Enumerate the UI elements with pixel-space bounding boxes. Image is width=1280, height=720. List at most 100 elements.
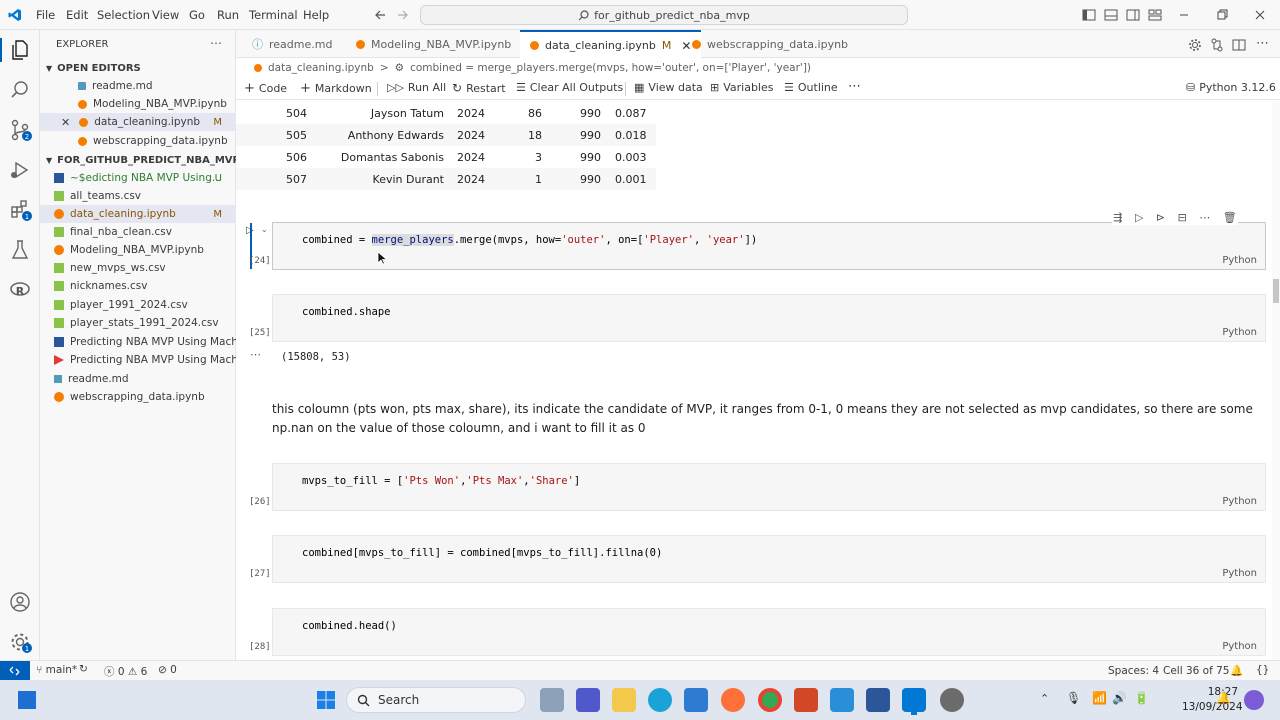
braces-icon[interactable]: {}	[1256, 664, 1269, 676]
extensions-icon[interactable]: 1	[8, 198, 32, 222]
file-item[interactable]: new_mvps_ws.csv	[40, 259, 236, 277]
tab-data-cleaning[interactable]: data_cleaning.ipynb M ✕	[520, 30, 702, 59]
delete-cell-icon[interactable]: 🗑	[1223, 211, 1237, 224]
open-editor-item-active[interactable]: ✕ data_cleaning.ipynb M	[40, 113, 236, 131]
add-code-button[interactable]: + Code	[244, 81, 287, 96]
firefox-icon[interactable]	[721, 688, 745, 712]
file-item[interactable]: player_stats_1991_2024.csv	[40, 314, 236, 332]
split-editor-icon[interactable]	[1232, 38, 1246, 52]
code-cell-25[interactable]: combined.shape Python	[272, 294, 1266, 342]
more-cell-actions-icon[interactable]: ⋯	[1199, 211, 1210, 224]
manage-gear-icon[interactable]: 1	[8, 630, 32, 654]
cell-language[interactable]: Python	[1222, 255, 1257, 266]
open-changes-icon[interactable]	[1210, 38, 1224, 52]
tab-webscrapping[interactable]: webscrapping_data.ipynb	[682, 30, 858, 58]
sync-icon[interactable]: ↻	[79, 663, 88, 675]
file-item[interactable]: Modeling_NBA_MVP.ipynb	[40, 241, 236, 259]
task-view-icon[interactable]	[18, 691, 36, 709]
file-item[interactable]: ~$edicting NBA MVP Using... U	[40, 169, 236, 187]
remote-indicator[interactable]	[0, 661, 30, 681]
file-item[interactable]: final_nba_clean.csv	[40, 223, 236, 241]
wifi-icon[interactable]: 📶	[1092, 691, 1107, 705]
cell-code[interactable]: mvps_to_fill = ['Pts Won','Pts Max','Sha…	[302, 475, 580, 487]
menu-terminal[interactable]: Terminal	[249, 8, 298, 22]
scrollbar-thumb[interactable]	[1273, 279, 1279, 303]
back-arrow-icon[interactable]	[374, 9, 386, 21]
r-extension-icon[interactable]: R	[8, 278, 32, 302]
cell-code[interactable]: combined.shape	[302, 306, 391, 318]
source-control-icon[interactable]: 2	[8, 118, 32, 142]
outline-button[interactable]: ☰ Outline	[784, 81, 838, 94]
open-editor-item[interactable]: readme.md	[40, 77, 236, 95]
run-debug-icon[interactable]	[8, 158, 32, 182]
taskbar-search[interactable]: Search	[346, 687, 526, 713]
edge-browser-icon[interactable]	[648, 688, 672, 712]
settings-gear-icon[interactable]	[1188, 38, 1202, 52]
more-editor-actions-icon[interactable]: ⋯	[1256, 36, 1269, 51]
cell-code[interactable]: combined.head()	[302, 620, 397, 632]
close-icon[interactable]: ✕	[61, 116, 70, 129]
restore-icon[interactable]	[1216, 9, 1228, 21]
toggle-sidebar-icon[interactable]	[1082, 8, 1096, 22]
store-icon[interactable]	[684, 688, 708, 712]
file-explorer-icon[interactable]	[612, 688, 636, 712]
run-cell-icon[interactable]: ▷	[246, 225, 254, 236]
customize-layout-icon[interactable]	[1148, 8, 1162, 22]
more-toolbar-icon[interactable]: ⋯	[848, 79, 861, 94]
branch-indicator[interactable]: ⑂ main*	[36, 664, 77, 676]
open-editor-item[interactable]: webscrapping_data.ipynb	[40, 132, 236, 150]
kernel-picker[interactable]: ⛁ Python 3.12.6	[1186, 81, 1276, 94]
folder-header[interactable]: ▼ FOR_GITHUB_PREDICT_NBA_MVP	[40, 151, 240, 169]
chevron-up-icon[interactable]: ⌃	[1040, 692, 1049, 705]
indentation-indicator[interactable]: Spaces: 4	[1108, 665, 1159, 677]
chrome-icon[interactable]	[758, 688, 782, 712]
code-cell-26[interactable]: mvps_to_fill = ['Pts Won','Pts Max','Sha…	[272, 463, 1266, 511]
file-item-active[interactable]: data_cleaning.ipynb M	[40, 205, 236, 223]
ports-indicator[interactable]: ⊘ 0	[158, 664, 177, 676]
command-center-search[interactable]: for_github_predict_nba_mvp	[420, 5, 908, 25]
run-by-line-icon[interactable]: ⇶	[1113, 211, 1122, 224]
cell-code[interactable]: combined[mvps_to_fill] = combined[mvps_t…	[302, 547, 662, 559]
microphone-icon[interactable]: 🎙	[1066, 691, 1081, 705]
accounts-icon[interactable]	[8, 590, 32, 614]
file-item[interactable]: player_1991_2024.csv	[40, 296, 236, 314]
open-editor-item[interactable]: Modeling_NBA_MVP.ipynb	[40, 95, 236, 113]
open-editors-header[interactable]: ▼ OPEN EDITORS	[40, 59, 236, 77]
search-view-icon[interactable]	[8, 78, 32, 102]
file-item[interactable]: Predicting NBA MVP Using Mach...	[40, 333, 248, 351]
problems-indicator[interactable]: ⓧ 0 ⚠ 6	[104, 664, 147, 679]
testing-icon[interactable]	[8, 238, 32, 262]
tab-modeling[interactable]: Modeling_NBA_MVP.ipynb	[346, 30, 521, 58]
output-more-icon[interactable]: ⋯	[250, 348, 261, 361]
file-item[interactable]: nicknames.csv	[40, 277, 236, 295]
vscode-taskbar-icon[interactable]	[902, 688, 926, 712]
task-view-app-icon[interactable]	[540, 688, 564, 712]
chevron-down-icon[interactable]: ⌄	[261, 225, 268, 234]
menu-selection[interactable]: Selection	[97, 8, 150, 22]
menu-view[interactable]: View	[152, 8, 179, 22]
menu-file[interactable]: File	[36, 8, 55, 22]
file-item[interactable]: Predicting NBA MVP Using Mach...	[40, 351, 248, 369]
markdown-cell[interactable]: this coloumn (pts won, pts max, share), …	[272, 400, 1272, 438]
breadcrumb-cell[interactable]: combined = merge_players.merge(mvps, how…	[410, 62, 811, 74]
minimize-icon[interactable]	[1178, 9, 1190, 21]
powerpoint-icon[interactable]	[794, 688, 818, 712]
variables-button[interactable]: ⊞ Variables	[710, 81, 774, 94]
code-cell-27[interactable]: combined[mvps_to_fill] = combined[mvps_t…	[272, 535, 1266, 583]
toggle-secondary-sidebar-icon[interactable]	[1126, 8, 1140, 22]
code-cell-24[interactable]: combined = merge_players.merge(mvps, how…	[272, 222, 1266, 270]
tab-readme[interactable]: ⓘ readme.md	[242, 30, 342, 58]
menu-help[interactable]: Help	[303, 8, 329, 22]
file-item[interactable]: all_teams.csv	[40, 187, 236, 205]
run-all-button[interactable]: ▷▷ Run All	[387, 81, 446, 94]
word-icon[interactable]	[866, 688, 890, 712]
editor-scrollbar[interactable]	[1272, 101, 1280, 660]
file-item[interactable]: webscrapping_data.ipynb	[40, 388, 236, 406]
add-markdown-button[interactable]: + Markdown	[300, 81, 372, 96]
execute-above-icon[interactable]: ▷	[1135, 211, 1143, 224]
menu-go[interactable]: Go	[189, 8, 205, 22]
teams-icon[interactable]	[576, 688, 600, 712]
forward-arrow-icon[interactable]	[397, 9, 409, 21]
cell-code[interactable]: combined = merge_players.merge(mvps, how…	[302, 234, 757, 246]
explorer-icon[interactable]	[8, 38, 32, 62]
